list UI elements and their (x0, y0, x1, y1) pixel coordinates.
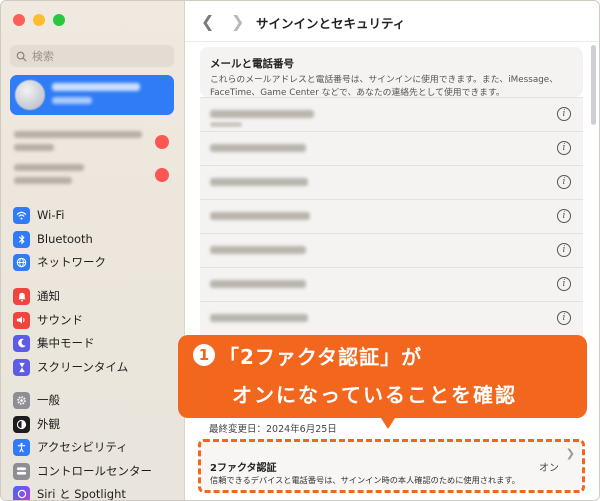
step-number-badge: 1 (193, 344, 215, 366)
list-item[interactable]: i (200, 165, 583, 200)
sidebar-item-label: スクリーンタイム (37, 360, 129, 374)
callout-pointer (379, 415, 397, 429)
email-phone-section: メールと電話番号 これらのメールアドレスと電話番号は、サインインに使用できます。… (200, 47, 583, 98)
minimize-button[interactable] (33, 14, 45, 26)
sidebar: 検索 Wi-Fi Bluetooth ネットワーク 通知 サウンド 集中モード … (1, 1, 185, 501)
sidebar-item-label: アクセシビリティ (37, 440, 128, 454)
list-item[interactable]: i (200, 301, 583, 336)
list-item[interactable]: i (200, 267, 583, 302)
search-input[interactable]: 検索 (10, 45, 174, 67)
gear-icon (13, 391, 30, 409)
info-icon[interactable]: i (557, 107, 571, 121)
list-item[interactable]: i (200, 233, 583, 268)
globe-icon (13, 253, 30, 271)
apple-account-item[interactable] (10, 75, 174, 115)
bell-icon (13, 287, 30, 305)
last-modified-text: 最終変更日：2024年6月25日 (209, 424, 337, 435)
info-icon[interactable]: i (557, 141, 571, 155)
sidebar-item-label: Wi-Fi (37, 208, 65, 222)
sidebar-item-label: サウンド (37, 313, 83, 327)
sidebar-item-label: ネットワーク (37, 255, 106, 269)
search-icon (16, 51, 27, 62)
sidebar-item-siri-spotlight[interactable]: Siri と Spotlight (13, 485, 126, 501)
sidebar-item-label: Bluetooth (37, 232, 93, 246)
sidebar-item-label: Siri と Spotlight (37, 487, 126, 501)
notification-badge (155, 168, 169, 182)
list-item[interactable]: i (200, 131, 583, 166)
info-icon[interactable]: i (557, 243, 571, 257)
sidebar-item-label: 外観 (37, 417, 60, 431)
sidebar-item-network[interactable]: ネットワーク (13, 253, 106, 271)
control-center-icon (13, 462, 30, 480)
wifi-icon (13, 206, 30, 224)
speaker-icon (13, 311, 30, 329)
list-item[interactable]: i (200, 97, 583, 132)
zoom-button[interactable] (53, 14, 65, 26)
scrollbar[interactable] (591, 45, 596, 125)
hourglass-icon (13, 358, 30, 376)
toolbar: ❮ ❯ サインインとセキュリティ (185, 1, 599, 42)
avatar (15, 80, 45, 110)
notification-badge (155, 135, 169, 149)
sidebar-item-focus[interactable]: 集中モード (13, 334, 95, 352)
sidebar-item-wifi[interactable]: Wi-Fi (13, 206, 64, 224)
bluetooth-icon (13, 230, 30, 248)
back-chevron-icon[interactable]: ❮ (201, 12, 214, 31)
sidebar-item-control-center[interactable]: コントロールセンター (13, 462, 152, 480)
info-icon[interactable]: i (557, 175, 571, 189)
sidebar-item-sound[interactable]: サウンド (13, 311, 83, 329)
moon-icon (13, 334, 30, 352)
highlight-dashed-box (198, 439, 585, 493)
sidebar-item-label: 一般 (37, 393, 60, 407)
callout-line-1: 「2ファクタ認証」が (219, 345, 423, 369)
sidebar-item-appearance[interactable]: 外観 (13, 415, 60, 433)
sidebar-item-notifications[interactable]: 通知 (13, 287, 60, 305)
notice-apple-account[interactable] (14, 164, 164, 190)
sidebar-item-general[interactable]: 一般 (13, 391, 60, 409)
siri-icon (13, 485, 30, 500)
sidebar-item-bluetooth[interactable]: Bluetooth (13, 230, 93, 248)
account-name-redacted (52, 83, 140, 91)
account-sub-redacted (52, 97, 92, 104)
sidebar-item-screen-time[interactable]: スクリーンタイム (13, 358, 128, 376)
window: 検索 Wi-Fi Bluetooth ネットワーク 通知 サウンド 集中モード … (0, 0, 600, 501)
info-icon[interactable]: i (557, 209, 571, 223)
close-button[interactable] (13, 14, 25, 26)
info-icon[interactable]: i (557, 311, 571, 325)
forward-chevron-icon[interactable]: ❯ (231, 12, 244, 31)
sidebar-item-accessibility[interactable]: アクセシビリティ (13, 438, 128, 456)
window-controls (13, 14, 65, 26)
page-title: サインインとセキュリティ (256, 16, 406, 31)
sidebar-item-label: コントロールセンター (37, 464, 152, 478)
accessibility-icon (13, 438, 30, 456)
notice-software-update[interactable] (14, 131, 164, 157)
section-title: メールと電話番号 (210, 58, 294, 70)
search-placeholder: 検索 (32, 50, 54, 63)
sidebar-item-label: 通知 (37, 289, 60, 303)
sidebar-item-label: 集中モード (37, 336, 95, 350)
callout-line-2: オンになっていることを確認 (232, 383, 517, 407)
info-icon[interactable]: i (557, 277, 571, 291)
appearance-icon (13, 415, 30, 433)
list-item[interactable]: i (200, 199, 583, 234)
